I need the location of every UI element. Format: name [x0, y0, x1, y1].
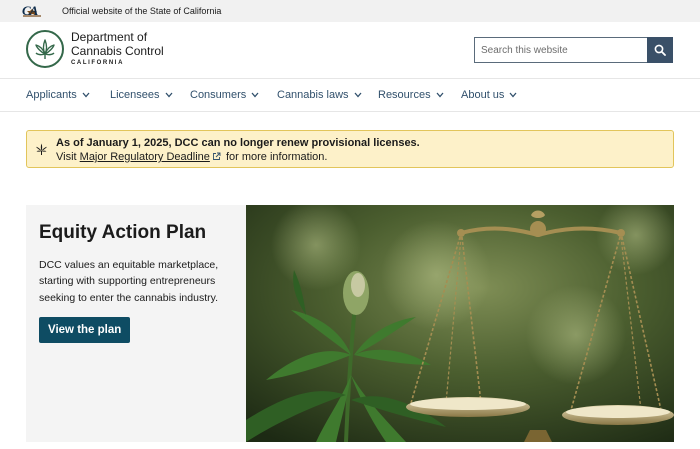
alert-body-suffix: for more information. [225, 151, 328, 163]
nav-item-resources[interactable]: Resources [378, 89, 444, 101]
utility-bar: CA Official website of the State of Cali… [0, 0, 700, 22]
nav-item-about-us[interactable]: About us [461, 89, 517, 101]
dcc-logo[interactable]: Department of Cannabis Control CALIFORNI… [26, 30, 164, 68]
hero-image-scales-and-cannabis [246, 205, 674, 442]
hero-section: Equity Action Plan DCC values an equitab… [26, 205, 674, 442]
search-icon [654, 44, 666, 56]
main-nav: Applicants Licensees Consumers Cannabis … [0, 80, 700, 112]
dept-name-line1: Department of [71, 29, 148, 44]
nav-item-consumers[interactable]: Consumers [190, 89, 259, 101]
ca-logo-text: CA [22, 3, 38, 18]
chevron-down-icon [354, 92, 362, 98]
ca-gov-logo[interactable]: CA [22, 3, 42, 18]
alert-banner: As of January 1, 2025, DCC can no longer… [26, 130, 674, 168]
major-regulatory-deadline-link[interactable]: Major Regulatory Deadline [80, 151, 210, 163]
cannabis-leaf-icon [35, 143, 48, 161]
dept-state: CALIFORNIA [71, 60, 124, 67]
site-search [474, 37, 673, 63]
site-header: Department of Cannabis Control CALIFORNI… [0, 22, 700, 79]
hero-card: Equity Action Plan DCC values an equitab… [26, 205, 246, 442]
external-link-icon [212, 152, 221, 164]
chevron-down-icon [165, 92, 173, 98]
nav-item-label: About us [461, 89, 505, 101]
hero-text: DCC values an equitable marketplace, sta… [39, 258, 219, 304]
cannabis-leaf-icon [26, 30, 64, 68]
search-button[interactable] [647, 37, 673, 63]
nav-item-licensees[interactable]: Licensees [110, 89, 173, 101]
search-input[interactable] [474, 37, 647, 63]
official-website-text: Official website of the State of Califor… [62, 6, 222, 16]
alert-body: Visit Major Regulatory Deadline for more… [56, 151, 327, 164]
nav-item-label: Resources [378, 89, 431, 101]
nav-item-applicants[interactable]: Applicants [26, 89, 90, 101]
nav-item-label: Licensees [110, 89, 160, 101]
view-the-plan-button[interactable]: View the plan [39, 316, 131, 343]
alert-title: As of January 1, 2025, DCC can no longer… [56, 137, 420, 149]
nav-item-label: Applicants [26, 89, 77, 101]
nav-item-label: Consumers [190, 89, 247, 101]
nav-item-cannabis-laws[interactable]: Cannabis laws [277, 89, 362, 101]
chevron-down-icon [436, 92, 444, 98]
alert-body-prefix: Visit [56, 151, 77, 163]
dept-name-line2: Cannabis Control [71, 43, 164, 58]
chevron-down-icon [82, 92, 90, 98]
nav-item-label: Cannabis laws [277, 89, 349, 101]
hero-title: Equity Action Plan [39, 222, 207, 243]
chevron-down-icon [509, 92, 517, 98]
chevron-down-icon [251, 92, 259, 98]
